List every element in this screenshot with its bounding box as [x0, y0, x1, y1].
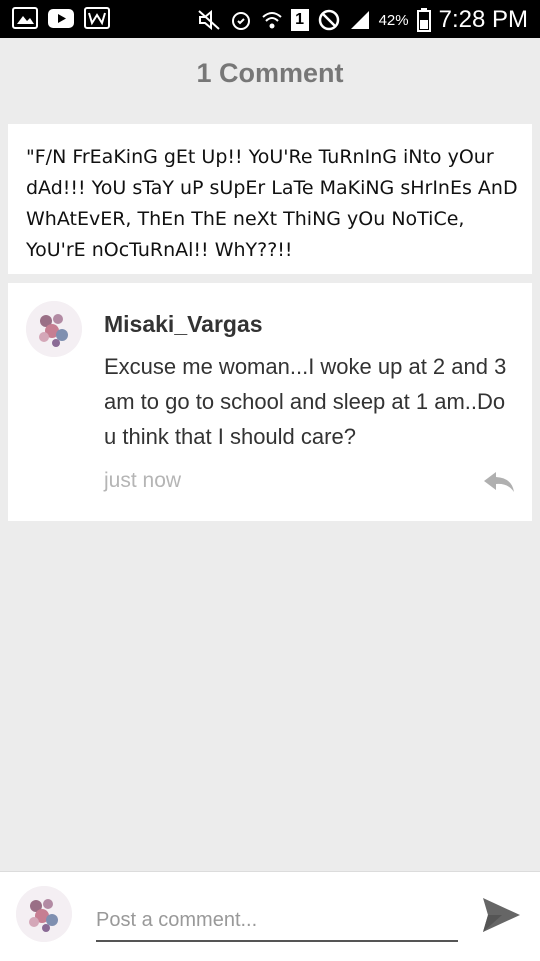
system-icons: 1 42% 7:28 PM [197, 6, 528, 34]
avatar [16, 886, 72, 942]
signal-icon [350, 11, 369, 29]
post-text: "F/N FrEaKinG gEt Up!! YoU'Re TuRnInG iN… [26, 146, 518, 261]
blocked-icon [318, 9, 339, 31]
battery-icon [416, 8, 431, 32]
alarm-icon [231, 12, 250, 30]
youtube-icon [48, 8, 74, 28]
comment-author[interactable]: Misaki_Vargas [104, 311, 263, 338]
page-title: 1 Comment [196, 58, 344, 88]
wifi-icon [261, 12, 282, 29]
avatar[interactable] [26, 301, 82, 357]
reply-arrow-icon[interactable] [482, 469, 516, 495]
battery-percent: 42% [378, 11, 409, 29]
comment-composer [0, 871, 540, 961]
comment-input[interactable] [96, 900, 458, 942]
mute-icon [197, 9, 220, 31]
send-icon[interactable] [480, 894, 522, 936]
gallery-icon [12, 7, 38, 29]
comment-body: Excuse me woman...I woke up at 2 and 3 a… [104, 354, 507, 449]
wattpad-icon [84, 7, 110, 29]
clock: 7:28 PM [438, 6, 528, 33]
sim-badge: 1 [290, 9, 309, 31]
status-bar: 1 42% 7:28 PM [0, 0, 540, 38]
comment-card: Misaki_Vargas Excuse me woman...I woke u… [8, 283, 532, 521]
notification-icons [12, 7, 110, 29]
comment-timestamp: just now [104, 469, 182, 492]
post-card: "F/N FrEaKinG gEt Up!! YoU'Re TuRnInG iN… [8, 124, 532, 274]
